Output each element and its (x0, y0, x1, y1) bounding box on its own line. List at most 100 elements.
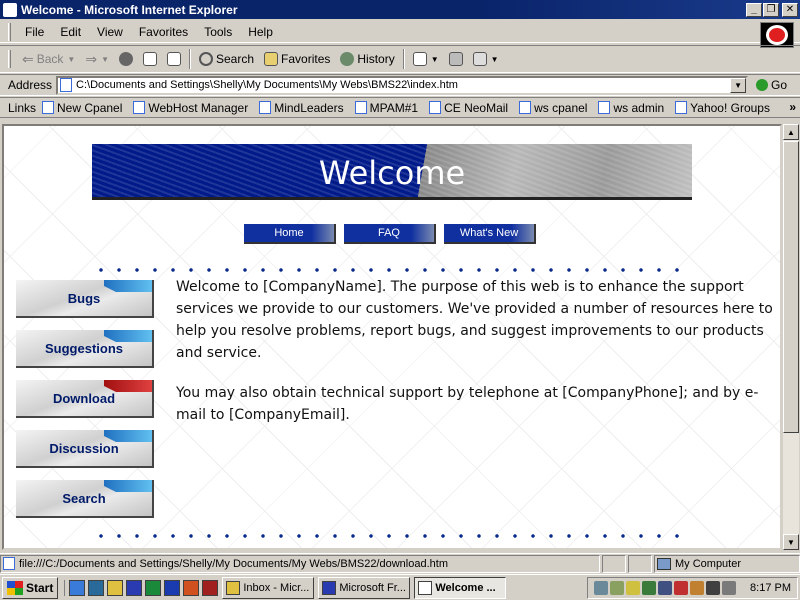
link-webhost-manager[interactable]: WebHost Manager (133, 101, 248, 115)
tray-icon[interactable] (642, 581, 657, 595)
print-button[interactable] (444, 47, 468, 71)
volume-tray-icon[interactable] (626, 581, 641, 595)
back-label: Back (36, 52, 64, 66)
link-new-cpanel[interactable]: New Cpanel (42, 101, 122, 115)
menu-grip[interactable] (8, 22, 11, 41)
edit-button[interactable]: ▼ (468, 47, 504, 71)
status-progress-cell (602, 554, 626, 573)
forward-button[interactable]: ⇒ ▼ (80, 47, 114, 71)
tray-icon[interactable] (690, 581, 705, 595)
sidebar-item-label: Search (62, 490, 106, 506)
sidebar-suggestions-button[interactable]: Suggestions (16, 330, 154, 368)
link-label: Yahoo! Groups (690, 100, 770, 115)
edit-dropdown-icon[interactable]: ▼ (491, 55, 499, 64)
stop-button[interactable] (114, 47, 138, 71)
links-bar: Links New Cpanel WebHost Manager MindLea… (0, 97, 800, 118)
windows-flag-icon (7, 580, 23, 595)
sidebar-download-button[interactable]: Download (16, 380, 154, 418)
link-label: ws cpanel (534, 100, 588, 115)
link-ws-admin[interactable]: ws admin (598, 101, 664, 115)
address-dropdown-icon[interactable]: ▼ (730, 77, 747, 93)
sidebar-item-label: Bugs (67, 290, 101, 306)
task-frontpage[interactable]: Microsoft Fr... (318, 576, 411, 599)
vertical-scrollbar[interactable]: ▲ ▼ (782, 124, 799, 550)
page-icon (259, 101, 272, 114)
access-quicklaunch-icon[interactable] (202, 579, 219, 596)
task-inbox[interactable]: Inbox - Micr... (222, 576, 315, 599)
nav-whats-new-button[interactable]: What's New (444, 224, 536, 244)
sidebar-bugs-button[interactable]: Bugs (16, 280, 154, 318)
sidebar-search-button[interactable]: Search (16, 480, 154, 518)
status-security-cell (628, 554, 652, 573)
ie-quicklaunch-icon[interactable] (69, 579, 86, 596)
powerpoint-quicklaunch-icon[interactable] (183, 579, 200, 596)
dotted-divider-top (92, 268, 692, 272)
go-button[interactable]: Go (756, 78, 787, 92)
page-icon (429, 101, 442, 114)
mail-button[interactable]: ▼ (408, 47, 444, 71)
intro-paragraph: Welcome to [CompanyName]. The purpose of… (176, 279, 773, 361)
links-label: Links (8, 100, 37, 115)
back-button[interactable]: ⇐ Back ▼ (17, 47, 80, 71)
link-yahoo-groups[interactable]: Yahoo! Groups (675, 101, 770, 115)
back-dropdown-icon[interactable]: ▼ (67, 55, 75, 64)
nav-home-button[interactable]: Home (244, 224, 336, 244)
mail-icon (412, 52, 427, 66)
start-button[interactable]: Start (2, 576, 59, 599)
clock[interactable]: 8:17 PM (750, 582, 791, 594)
forward-dropdown-icon[interactable]: ▼ (101, 55, 109, 64)
toolbar-separator (402, 49, 405, 69)
history-button[interactable]: History (335, 47, 399, 71)
menu-help[interactable]: Help (240, 23, 281, 41)
refresh-button[interactable] (138, 47, 162, 71)
favorites-button[interactable]: Favorites (259, 47, 335, 71)
menu-edit[interactable]: Edit (52, 23, 89, 41)
ie-window-icon[interactable] (3, 2, 17, 17)
link-mindleaders[interactable]: MindLeaders (259, 101, 344, 115)
tray-icon[interactable] (610, 581, 625, 595)
close-button[interactable]: ✕ (782, 2, 798, 17)
link-mpam1[interactable]: MPAM#1 (354, 101, 418, 115)
tray-icon[interactable] (706, 581, 721, 595)
mail-dropdown-icon[interactable]: ▼ (431, 55, 439, 64)
address-input[interactable]: C:\Documents and Settings\Shelly\My Docu… (56, 75, 749, 95)
menu-view[interactable]: View (89, 23, 131, 41)
menu-file[interactable]: File (17, 23, 52, 41)
menu-tools[interactable]: Tools (196, 23, 240, 41)
task-label: Inbox - Micr... (243, 581, 310, 594)
page-icon (598, 101, 611, 114)
standard-toolbar: ⇐ Back ▼ ⇒ ▼ Search Favorites History ▼ … (0, 45, 800, 73)
tray-icon[interactable] (722, 581, 737, 595)
tray-icon[interactable] (658, 581, 673, 595)
home-button[interactable] (162, 47, 186, 71)
word-quicklaunch-icon[interactable] (164, 579, 181, 596)
link-ws-cpanel[interactable]: ws cpanel (519, 101, 587, 115)
network-tray-icon[interactable] (594, 581, 609, 595)
scroll-up-icon[interactable]: ▲ (783, 124, 799, 140)
task-welcome[interactable]: Welcome ... (414, 576, 507, 599)
status-bar: file:///C:/Documents and Settings/Shelly… (0, 553, 800, 573)
history-icon (340, 52, 355, 66)
excel-quicklaunch-icon[interactable] (145, 579, 162, 596)
menu-favorites[interactable]: Favorites (131, 23, 196, 41)
sidebar-discussion-button[interactable]: Discussion (16, 430, 154, 468)
forward-arrow-icon: ⇒ (85, 50, 98, 67)
outlook-quicklaunch-icon[interactable] (107, 579, 124, 596)
minimize-button[interactable]: _ (746, 2, 762, 17)
my-computer-icon (657, 557, 671, 570)
nav-faq-button[interactable]: FAQ (344, 224, 436, 244)
search-button[interactable]: Search (194, 47, 259, 71)
links-more-chevron-icon[interactable]: » (789, 100, 796, 114)
scroll-thumb[interactable] (783, 141, 799, 433)
desktop-quicklaunch-icon[interactable] (88, 579, 105, 596)
restore-button[interactable]: ❐ (763, 2, 779, 17)
banner-title: Welcome (318, 154, 466, 192)
ie-icon (418, 580, 433, 595)
toolbar-grip[interactable] (8, 50, 11, 68)
link-ce-neomail[interactable]: CE NeoMail (429, 101, 508, 115)
frontpage-quicklaunch-icon[interactable] (126, 579, 143, 596)
back-arrow-icon: ⇐ (22, 50, 34, 67)
scroll-down-icon[interactable]: ▼ (783, 534, 799, 550)
tray-icon[interactable] (674, 581, 689, 595)
search-icon (199, 52, 213, 66)
